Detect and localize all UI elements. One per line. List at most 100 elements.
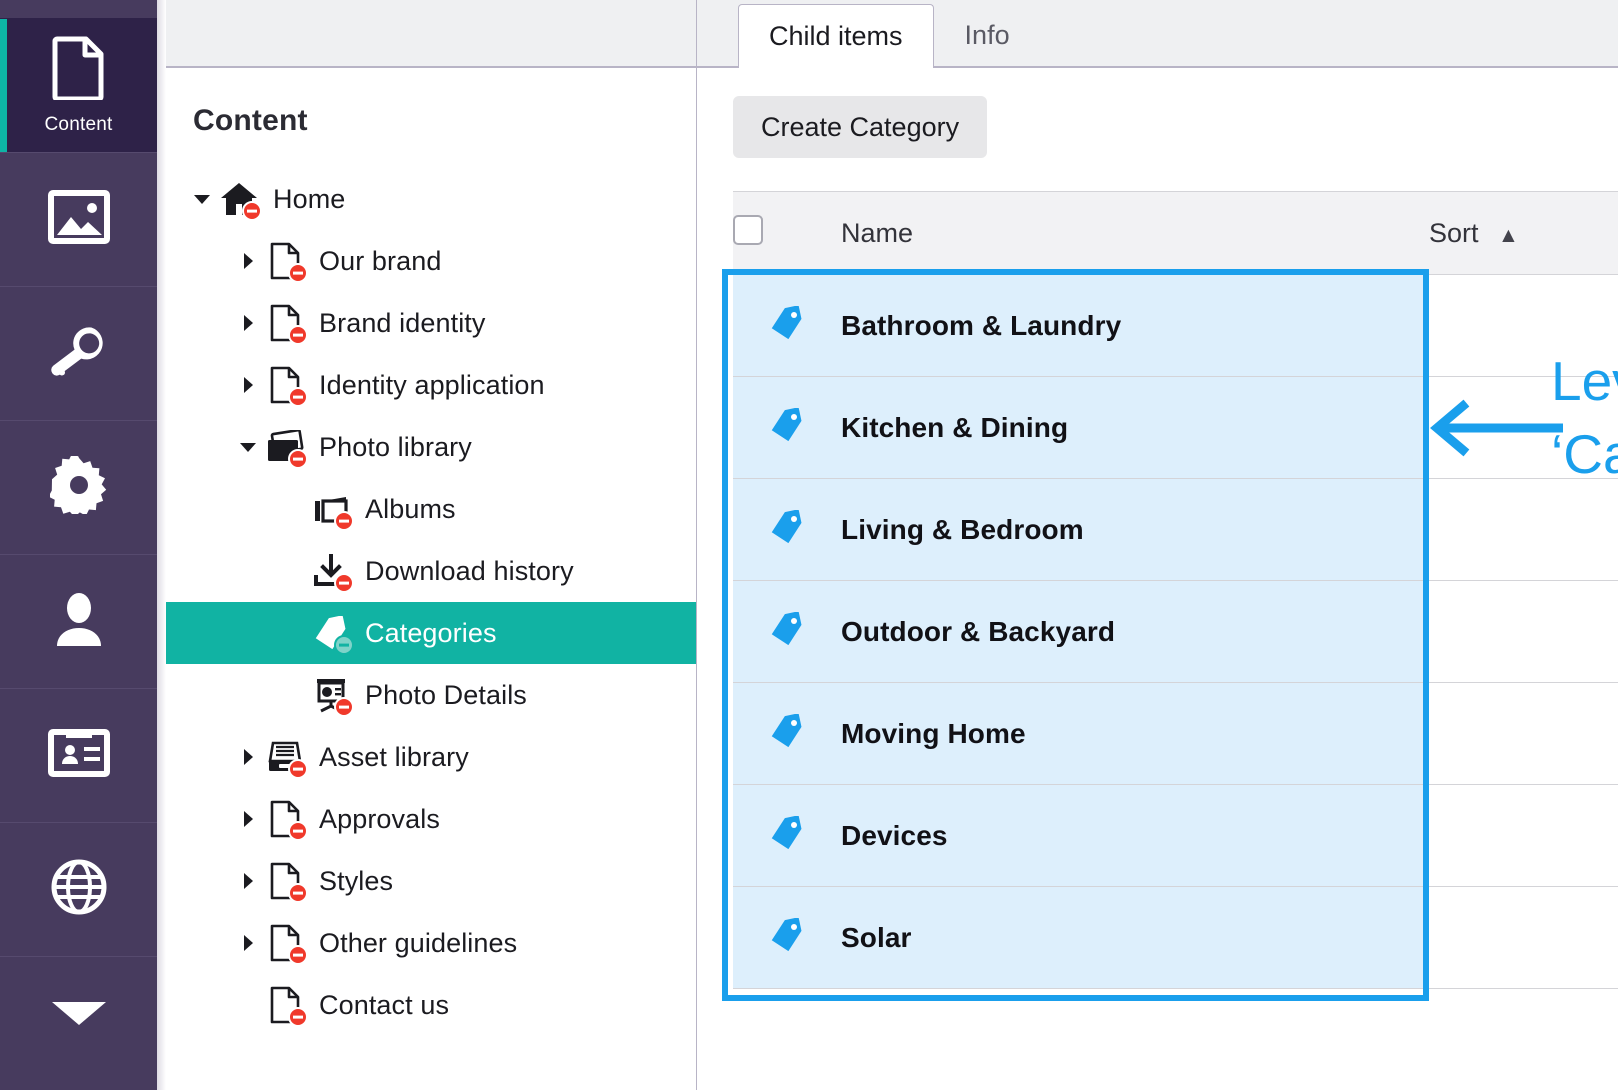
row-name-cell[interactable]: Outdoor & Backyard [841,580,1429,683]
tree-item-approvals[interactable]: Approvals [157,788,696,850]
tree-caret-spacer [283,498,305,520]
chevron-down-icon[interactable] [237,436,259,458]
unpublished-badge-icon [288,387,308,407]
tree-item-asset-library[interactable]: Asset library [157,726,696,788]
unpublished-badge-icon [288,883,308,903]
tree-item-label: Home [273,183,346,214]
tab-child-items[interactable]: Child items [738,4,934,68]
table-row[interactable]: Devices 5 [733,784,1618,887]
document-icon [265,241,308,283]
table-row[interactable]: Living & Bedroom 2 [733,478,1618,581]
tab-info[interactable]: Info [934,4,1041,66]
tree-item-contact-us[interactable]: Contact us [157,974,696,1036]
document-icon [265,799,308,841]
child-items-table-wrap: Name Sort ▲ Bathroom & Laundry0Kitchen &… [722,191,1618,1001]
row-name-label: Kitchen & Dining [841,411,1069,443]
tree-item-our-brand[interactable]: Our brand [157,230,696,292]
table-row[interactable]: Moving Home 4 [733,682,1618,785]
column-header-name[interactable]: Name [841,191,1429,275]
id-card-icon [47,729,110,782]
column-header-sort[interactable]: Sort ▲ [1429,191,1618,275]
row-name-cell[interactable]: Kitchen & Dining [841,376,1429,479]
tab-label: Child items [769,21,903,51]
content-tree-panel: Content Home Our brand Brand identity Ident… [157,0,697,1090]
rail-item-label: Content [44,113,113,135]
chevron-right-icon[interactable] [237,250,259,272]
tree-caret-spacer [283,684,305,706]
rail-item-media[interactable] [0,152,157,286]
tree-item-label: Our brand [319,245,442,276]
tree-item-brand-identity[interactable]: Brand identity [157,292,696,354]
document-icon [265,861,308,903]
row-name-cell[interactable]: Living & Bedroom [841,478,1429,581]
table-header-row: Name Sort ▲ [733,191,1618,275]
row-icon-cell [733,376,841,479]
unpublished-badge-icon [288,263,308,283]
tree-topbar [157,0,696,68]
row-name-label: Outdoor & Backyard [841,615,1116,647]
chevron-right-icon[interactable] [237,870,259,892]
unpublished-badge-icon [288,945,308,965]
tree-item-label: Styles [319,865,394,896]
tree-item-photo-details[interactable]: Photo Details [157,664,696,726]
select-all-checkbox[interactable] [733,214,763,245]
tree-item-label: Download history [365,555,574,586]
row-icon-cell [733,886,841,989]
row-name-label: Bathroom & Laundry [841,309,1122,341]
tag-icon [769,407,805,446]
chevron-right-icon[interactable] [237,746,259,768]
chevron-right-icon[interactable] [237,808,259,830]
row-name-cell[interactable]: Moving Home [841,682,1429,785]
row-name-cell[interactable]: Bathroom & Laundry [841,274,1429,377]
row-name-cell[interactable]: Solar [841,886,1429,989]
rail-item-translation[interactable] [0,822,157,956]
chevron-right-icon[interactable] [237,312,259,334]
sort-ascending-icon: ▲ [1498,223,1519,247]
unpublished-badge-icon [288,1007,308,1027]
chevron-right-icon[interactable] [237,932,259,954]
table-row[interactable]: Solar 6 [733,886,1618,989]
tree-item-label: Contact us [319,989,450,1020]
row-icon-cell [733,478,841,581]
row-icon-cell [733,274,841,377]
create-category-button[interactable]: Create Category [733,96,988,158]
rail-item-settings-tools[interactable] [0,286,157,420]
row-name-cell[interactable]: Devices [841,784,1429,887]
document-icon [265,365,308,407]
tree-item-download-history[interactable]: Download history [157,540,696,602]
tab-label: Info [964,20,1010,50]
tree-item-home[interactable]: Home [157,168,696,230]
tree-item-label: Approvals [319,803,440,834]
unpublished-badge-icon [288,759,308,779]
tree-item-label: Categories [365,617,497,648]
rail-item-settings[interactable] [0,420,157,554]
photos-icon [265,427,308,469]
tree-item-other-guidelines[interactable]: Other guidelines [157,912,696,974]
row-icon-cell [733,682,841,785]
row-name-label: Moving Home [841,717,1026,749]
table-row[interactable]: Kitchen & Dining 1 [733,376,1618,479]
document-icon [265,985,308,1027]
tree-item-identity-application[interactable]: Identity application [157,354,696,416]
rail-item-forms[interactable] [0,956,157,1090]
tree-item-photo-library[interactable]: Photo library [157,416,696,478]
unpublished-badge-icon [334,635,354,655]
unpublished-badge-icon [242,201,262,221]
chevron-right-icon[interactable] [237,374,259,396]
tag-icon [769,611,805,650]
tree-item-styles[interactable]: Styles [157,850,696,912]
tree-item-categories[interactable]: Categories [157,602,696,664]
rail-item-members[interactable] [0,688,157,822]
row-sort-cell: 4 [1429,682,1618,785]
tree-item-albums[interactable]: Albums [157,478,696,540]
tree-item-label: Albums [365,493,456,524]
row-name-label: Devices [841,819,948,851]
chevron-down-icon[interactable] [191,188,213,210]
tree-item-label: Identity application [319,369,545,400]
rail-item-users[interactable] [0,554,157,688]
tag-icon [769,305,805,344]
rail-item-content[interactable]: Content [0,18,157,152]
table-row[interactable]: Outdoor & Backyard 3 [733,580,1618,683]
table-row[interactable]: Bathroom & Laundry 0 [733,274,1618,377]
row-name-label: Living & Bedroom [841,513,1084,545]
